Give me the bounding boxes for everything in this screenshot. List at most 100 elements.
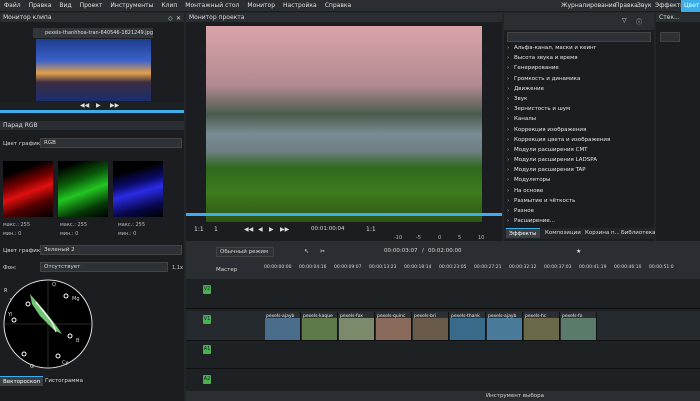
timeline-clip[interactable]: pexels-kaque [302,312,338,340]
effect-category[interactable]: Коррекция цвета и изображения [504,135,654,145]
timeline-clip[interactable]: pexels-fo [561,312,597,340]
menu-item[interactable]: Монтажный стол [181,0,243,12]
menu-item[interactable]: Инструменты [106,0,157,12]
ruler-label: 00:00:32:12 [509,265,537,270]
prev-frame-icon[interactable]: ◀ [258,226,263,233]
stack-title: Стек... [656,13,700,23]
rgb-graph-select[interactable]: RGB [40,138,182,148]
timeline-position[interactable]: 00:00:03:07 [384,248,418,254]
effect-category[interactable]: Коррекция изображения [504,125,654,135]
track-v1: V1 pexels-ajayb pexels-kaque pexels-fox pex… [186,311,700,341]
timeline-clip[interactable]: pexels-ajayb [265,312,301,340]
tab-bin[interactable]: Корзина п... [582,228,623,238]
rewind-icon[interactable]: ◀◀ [244,226,253,233]
track-tag-v1[interactable]: V1 [203,315,211,324]
mode-select[interactable]: Обычный режим [216,247,274,257]
effect-category[interactable]: Каналы [504,114,654,124]
effects-toolbar: ▽ ⓘ [504,13,654,30]
effect-category[interactable]: Зернистость и шум [504,104,654,114]
tab-vectorscope[interactable]: Вектороскоп [0,376,44,386]
float-icon[interactable]: ◇ [168,15,173,22]
vs-marker-b: B [76,338,80,344]
play-icon[interactable]: ▶ [269,226,274,233]
tab-library[interactable]: Библиотека [618,228,658,238]
timeline-clip[interactable]: pexels-hc [524,312,560,340]
effects-search-input[interactable] [507,32,651,42]
effect-category[interactable]: Модуляторы [504,175,654,185]
timeline-toolbar: Обычный режим ↖ ✂ 00:00:03:07 / 00:02:00… [186,241,700,263]
project-timecode[interactable]: 00:01:00:04 [311,226,345,232]
rewind-icon[interactable]: ◀◀ [80,102,89,109]
effect-category[interactable]: Звук [504,94,654,104]
ws-color[interactable]: Цвет [681,0,700,12]
close-icon[interactable]: ✕ [176,15,181,22]
menu-item[interactable]: Монитор [243,0,279,12]
select-tool-icon[interactable]: ↖ [304,248,309,255]
effect-category[interactable]: На основе [504,186,654,196]
track-tag-a2[interactable]: A2 [203,375,211,384]
status-text: Инструмент выбора [486,393,544,399]
ruler-label: 00:00:27:21 [474,265,502,270]
vs-marker-mg: Mg [72,296,80,302]
effect-category[interactable]: Размытие и чёткость [504,196,654,206]
mark-in-icon[interactable]: 1 [214,226,218,233]
effect-category[interactable]: Генерирование [504,63,654,73]
menu-item[interactable]: Справка [321,0,355,12]
play-icon[interactable]: ▶ [96,102,101,109]
clip-strip[interactable]: pexels-ajayb pexels-kaque pexels-fox pexels… [265,312,655,340]
ws-logging[interactable]: Журналирование [558,0,619,12]
menu-item[interactable]: Файл [0,0,25,12]
vs-graph-select[interactable]: Зеленый 2 [40,245,182,255]
menu-item[interactable]: Настройка [279,0,321,12]
project-ruler[interactable] [186,213,502,216]
fit-select[interactable]: 1:1 [366,226,376,233]
clip-label: pexels-hc [525,314,547,319]
clip-label: pexels-ajayb [488,314,517,319]
timeline-clip[interactable]: pexels-ajayb [487,312,523,340]
vs-marker-g: G [30,364,34,370]
menu-item[interactable]: Клип [157,0,181,12]
effect-category[interactable]: Разное [504,206,654,216]
forward-icon[interactable]: ▶▶ [280,226,289,233]
effect-category[interactable]: Модули расширения TAP [504,165,654,175]
ruler[interactable]: Мастер 00:00:00:00 00:00:04:16 00:00:09:07… [186,263,700,279]
effect-category[interactable]: Альфа-канал, маски и кеинг [504,43,654,53]
menu-item[interactable]: Проект [76,0,107,12]
effect-category[interactable]: Движение [504,84,654,94]
effect-category[interactable]: Модули расширения LADSPA [504,155,654,165]
vs-marker-cy: Cy [62,360,68,366]
track-a1: A1 [186,341,700,369]
menu-item[interactable]: Вид [55,0,75,12]
effect-category[interactable]: Модули расширения CMT [504,145,654,155]
clip-ruler[interactable] [0,110,184,113]
forward-icon[interactable]: ▶▶ [110,102,119,109]
track-a2: A2 [186,371,700,391]
track-tag-a1[interactable]: A1 [203,345,211,354]
tab-effects[interactable]: Эффекты [506,228,540,238]
razor-icon[interactable]: ✂ [320,248,325,255]
menu-item[interactable]: Правка [25,0,56,12]
clip-label: pexels-thank [451,314,480,319]
tab-histogram[interactable]: Гистограмма [42,376,86,386]
filter-icon[interactable]: ▽ [622,17,627,24]
vs-marker-yl: Yl [7,312,12,318]
effects-list: Альфа-канал, маски и кеингВысота звука и… [504,43,654,226]
timeline-clip[interactable]: pexels-bri [413,312,449,340]
ruler-label: 00:00:23:05 [439,265,467,270]
vectorscope-graph: R Mg B Cy G Yl I Q [3,279,93,370]
track-tag-v2[interactable]: V2 [203,285,211,294]
star-icon[interactable]: ★ [576,248,581,255]
timeline-clip[interactable]: pexels-fox [339,312,375,340]
timeline-clip[interactable]: pexels-quinc [376,312,412,340]
timeline-clip[interactable]: pexels-thank [450,312,486,340]
effect-category[interactable]: Расширение... [504,216,654,226]
vs-marker-r: R [4,288,8,294]
zoom-select[interactable]: 1:1 [194,226,204,233]
stack-select[interactable] [660,32,680,42]
effect-category[interactable]: Высота звука и время [504,53,654,63]
effect-category[interactable]: Громкость и динамика [504,74,654,84]
tab-compositions[interactable]: Композиции [542,228,584,238]
info-icon[interactable]: ⓘ [636,17,642,26]
vs-bg-select[interactable]: Отсутствует [40,262,168,272]
ruler-label: 00:00:41:19 [579,265,607,270]
